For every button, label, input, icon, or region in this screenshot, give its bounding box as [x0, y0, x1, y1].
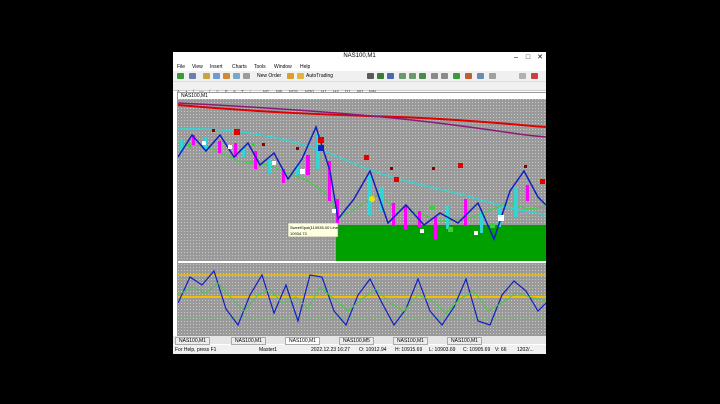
- menu-bar: File View Insert Charts Tools Window Hel…: [173, 63, 546, 71]
- navigator-icon[interactable]: [223, 73, 230, 79]
- green-zone: [336, 225, 546, 261]
- alerts-icon[interactable]: [531, 73, 538, 79]
- tooltip-line-1: SweetSpot(110935.00 Line: [290, 225, 339, 230]
- tester-icon[interactable]: [243, 73, 250, 79]
- tab-chart-3[interactable]: NAS100,M1: [285, 337, 320, 345]
- tab-chart-6[interactable]: NAS100,M1: [447, 337, 482, 345]
- search-icon[interactable]: [489, 73, 496, 79]
- metaeditor-icon[interactable]: [287, 73, 294, 79]
- status-open: O: 10912.94: [359, 347, 387, 353]
- new-order-button[interactable]: New Order: [257, 73, 281, 79]
- menu-help[interactable]: Help: [300, 64, 310, 70]
- chart-shift-icon[interactable]: [441, 73, 448, 79]
- tab-chart-5[interactable]: NAS100,M1: [393, 337, 428, 345]
- candlestick-icon[interactable]: [377, 73, 384, 79]
- window-title: NAS100,M1: [343, 53, 376, 59]
- status-volume: V: 66: [495, 347, 507, 353]
- tab-chart-4[interactable]: NAS100,M5: [339, 337, 374, 345]
- new-chart-icon[interactable]: [177, 73, 184, 79]
- profiles-icon[interactable]: [189, 73, 196, 79]
- menu-insert[interactable]: Insert: [210, 64, 223, 70]
- chart-window[interactable]: NAS100,M1 SweetSpot(110935.00 Line 10934…: [177, 92, 546, 342]
- title-bar: NAS100,M1 – □ ✕: [173, 52, 546, 63]
- account-icon[interactable]: [519, 73, 526, 79]
- periods-icon[interactable]: [465, 73, 472, 79]
- main-toolbar: New Order AutoTrading: [173, 71, 546, 82]
- menu-window[interactable]: Window: [274, 64, 292, 70]
- status-datetime: 2022.12.23 16:27: [311, 347, 350, 353]
- menu-tools[interactable]: Tools: [254, 64, 266, 70]
- menu-file[interactable]: File: [177, 64, 185, 70]
- tooltip-line-2: 10934.73: [290, 231, 307, 236]
- tab-chart-1[interactable]: NAS100,M1: [175, 337, 210, 345]
- tab-chart-2[interactable]: NAS100,M1: [231, 337, 266, 345]
- tile-windows-icon[interactable]: [419, 73, 426, 79]
- mt4-window: NAS100,M1 – □ ✕ File View Insert Charts …: [173, 52, 546, 354]
- status-high: H: 10915.69: [395, 347, 423, 353]
- status-close: C: 10905.69: [463, 347, 491, 353]
- minimize-icon[interactable]: –: [510, 52, 522, 63]
- terminal-icon[interactable]: [233, 73, 240, 79]
- bar-chart-icon[interactable]: [367, 73, 374, 79]
- status-low: L: 10903.69: [429, 347, 456, 353]
- market-watch-icon[interactable]: [203, 73, 210, 79]
- menu-charts[interactable]: Charts: [232, 64, 247, 70]
- autotrading-button[interactable]: AutoTrading: [306, 73, 333, 79]
- status-help: For Help, press F1: [175, 347, 217, 353]
- zoom-in-icon[interactable]: [399, 73, 406, 79]
- autoscroll-icon[interactable]: [431, 73, 438, 79]
- autotrading-icon[interactable]: [297, 73, 304, 79]
- data-window-icon[interactable]: [213, 73, 220, 79]
- chart-tabs: NAS100,M1 NAS100,M1 NAS100,M1 NAS100,M5 …: [173, 336, 546, 345]
- drawing-toolbar: ↖ + | — / ≡ F A T ↕ M1 M5 M15 M30 H1 H4 …: [173, 82, 546, 94]
- close-icon[interactable]: ✕: [534, 52, 546, 63]
- status-bar: For Help, press F1 Master1 2022.12.23 16…: [173, 345, 546, 354]
- menu-view[interactable]: View: [192, 64, 203, 70]
- templates-icon[interactable]: [477, 73, 484, 79]
- zoom-out-icon[interactable]: [409, 73, 416, 79]
- status-traffic: 1202/...: [517, 347, 534, 353]
- line-chart-icon[interactable]: [387, 73, 394, 79]
- maximize-icon[interactable]: □: [522, 52, 534, 63]
- indicators-icon[interactable]: [453, 73, 460, 79]
- status-profile: Master1: [259, 347, 278, 353]
- chart-canvas[interactable]: SweetSpot(110935.00 Line 10934.73: [178, 99, 546, 341]
